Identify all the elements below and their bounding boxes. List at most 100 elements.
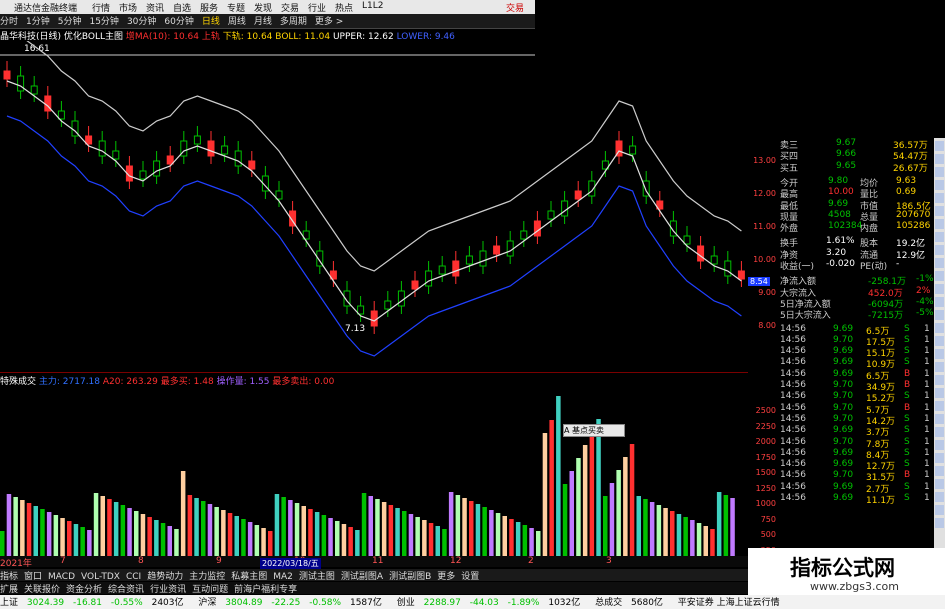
volume-bars [0, 396, 735, 556]
menu-item[interactable]: 交易 [281, 1, 308, 14]
period-tab[interactable]: 15分钟 [89, 14, 118, 27]
indicator-tab[interactable]: 指标 [0, 569, 18, 582]
volume-tick: 1750 [755, 452, 776, 462]
tick-price: 9.70 [833, 470, 854, 481]
menu-item[interactable]: 热点 [335, 1, 362, 14]
menu-item[interactable]: 行业 [308, 1, 335, 14]
toolbar-icon[interactable] [935, 362, 944, 372]
hs-index[interactable]: 沪深 3804.89 -22.25 -0.58% 1587亿 [198, 595, 388, 608]
indicator-tab[interactable]: 主力监控 [189, 569, 225, 582]
tick-price: 9.69 [833, 425, 854, 436]
toolbar-icon[interactable] [935, 284, 944, 294]
indicator-tab[interactable]: 设置 [461, 569, 479, 582]
toolbar-icon[interactable] [935, 258, 944, 268]
info-tab[interactable]: 关联报价 [24, 585, 60, 595]
info-tab[interactable]: 资金分析 [66, 585, 102, 595]
info-tab[interactable]: 扩展 [0, 585, 18, 595]
volume-bar [529, 528, 534, 556]
volume-bar [656, 505, 662, 556]
tick-count: 1 [924, 391, 930, 402]
toolbar-icon[interactable] [935, 401, 944, 411]
volume-bar [0, 531, 5, 556]
toolbar-icon[interactable] [935, 180, 944, 190]
period-tab[interactable]: 分时 [0, 14, 18, 27]
period-tab[interactable]: 多周期 [280, 14, 307, 27]
menu-item[interactable]: 资讯 [146, 1, 173, 14]
toolbar-icon[interactable] [935, 349, 944, 359]
level-price: 9.65 [836, 160, 857, 171]
toolbar-icon[interactable] [935, 492, 944, 502]
toolbar-icon[interactable] [935, 310, 944, 320]
volume-chart[interactable] [0, 386, 748, 556]
indicator-tab[interactable]: 测试副图A [341, 569, 383, 582]
toolbar-icon[interactable] [935, 479, 944, 489]
toolbar-icon[interactable] [935, 427, 944, 437]
menu-item[interactable]: 发现 [254, 1, 281, 14]
info-tab[interactable]: 行业资讯 [150, 585, 186, 595]
period-tab[interactable]: 更多 > [315, 14, 343, 27]
indicator-tab[interactable]: MA2 [273, 572, 293, 582]
toolbar-icon[interactable] [935, 336, 944, 346]
period-tab[interactable]: 日线 [202, 14, 220, 27]
candle-body [112, 150, 120, 160]
period-tab[interactable]: 5分钟 [58, 14, 82, 27]
indicator-tab[interactable]: 测试副图B [389, 569, 431, 582]
toolbar-icon[interactable] [935, 466, 944, 476]
indicator-tab[interactable]: 测试主图 [299, 569, 335, 582]
toolbar-icon[interactable] [935, 323, 944, 333]
info-tab[interactable]: 互动问题 [192, 585, 228, 595]
menu-item[interactable]: L1L2 [362, 1, 389, 14]
volume-bar [629, 444, 635, 556]
candlestick-chart[interactable]: 16.61 7.13 [0, 41, 748, 371]
toolbar-icon[interactable] [935, 375, 944, 385]
menu-item[interactable]: 行情 [92, 1, 119, 14]
tick-count: 1 [924, 459, 930, 470]
cy-index[interactable]: 创业 2288.97 -44.03 -1.89% 1032亿 [397, 595, 587, 608]
volume-bar [716, 492, 722, 556]
volume-bar [113, 502, 119, 556]
toolbar-icon[interactable] [935, 141, 944, 151]
pane-divider[interactable] [0, 372, 748, 373]
candle-body [139, 170, 147, 180]
toolbar-icon[interactable] [935, 219, 944, 229]
indicator-tab[interactable]: 更多 [437, 569, 455, 582]
level-label: 买五 [780, 163, 799, 174]
indicator-tab[interactable]: 窗口 [24, 569, 42, 582]
period-tab[interactable]: 30分钟 [127, 14, 156, 27]
toolbar-icon[interactable] [935, 440, 944, 450]
volume-tick: 2500 [755, 406, 776, 415]
indicator-tab[interactable]: 趋势动力 [147, 569, 183, 582]
toolbar-icon[interactable] [935, 232, 944, 242]
toolbar-icon[interactable] [935, 453, 944, 463]
indicator-tab[interactable]: MACD [48, 572, 75, 582]
menu-item[interactable]: 专题 [227, 1, 254, 14]
volume-bar [690, 520, 695, 556]
toolbar-icon[interactable] [935, 505, 944, 515]
period-tab[interactable]: 60分钟 [164, 14, 193, 27]
period-tab[interactable]: 周线 [228, 14, 246, 27]
volume-bar [435, 526, 440, 556]
menu-item[interactable]: 自选 [173, 1, 200, 14]
menu-item[interactable]: 市场 [119, 1, 146, 14]
info-tab[interactable]: 综合资讯 [108, 585, 144, 595]
indicator-tab[interactable]: CCI [126, 572, 141, 582]
indicator-tab[interactable]: 私募主图 [231, 569, 267, 582]
toolbar-icon[interactable] [935, 414, 944, 424]
volume-bar [281, 497, 286, 556]
indicator-tab[interactable]: VOL-TDX [81, 572, 120, 582]
toolbar-icon[interactable] [935, 245, 944, 255]
info-tab[interactable]: 前海户福利专享 [234, 585, 297, 595]
period-tab[interactable]: 月线 [254, 14, 272, 27]
toolbar-icon[interactable] [935, 518, 944, 528]
volume-bar [663, 508, 668, 556]
toolbar-icon[interactable] [935, 167, 944, 177]
sh-index[interactable]: 上证 3024.39 -16.81 -0.55% 2403亿 [0, 595, 190, 608]
toolbar-icon[interactable] [935, 297, 944, 307]
toolbar-icon[interactable] [935, 206, 944, 216]
menu-item[interactable]: 服务 [200, 1, 227, 14]
toolbar-icon[interactable] [935, 193, 944, 203]
toolbar-icon[interactable] [935, 271, 944, 281]
toolbar-icon[interactable] [935, 154, 944, 164]
period-tab[interactable]: 1分钟 [26, 14, 50, 27]
toolbar-icon[interactable] [935, 388, 944, 398]
